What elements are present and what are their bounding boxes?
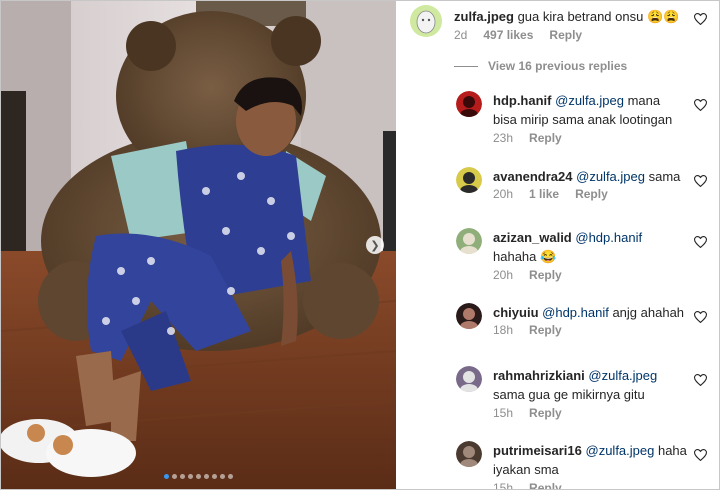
reply-button[interactable]: Reply bbox=[529, 406, 562, 420]
avatar[interactable] bbox=[456, 441, 482, 467]
comment-username[interactable]: hdp.hanif bbox=[493, 93, 552, 108]
avatar[interactable] bbox=[456, 366, 482, 392]
carousel-dots bbox=[1, 474, 396, 479]
avatar[interactable] bbox=[456, 91, 482, 117]
mention-link[interactable]: @hdp.hanif bbox=[575, 230, 642, 245]
reply-button[interactable]: Reply bbox=[529, 131, 562, 145]
comment-meta: 15h Reply bbox=[493, 481, 562, 489]
avatar[interactable] bbox=[456, 167, 482, 193]
carousel-dot bbox=[228, 474, 233, 479]
comment-time[interactable]: 23h bbox=[493, 131, 513, 145]
carousel-next-button[interactable]: ❯ bbox=[366, 236, 384, 254]
view-previous-label: View 16 previous replies bbox=[488, 59, 628, 73]
heart-icon[interactable] bbox=[694, 236, 707, 248]
mention-link[interactable]: @zulfa.jpeg bbox=[555, 93, 624, 108]
heart-icon[interactable] bbox=[694, 13, 707, 25]
heart-icon[interactable] bbox=[694, 175, 707, 187]
heart-icon[interactable] bbox=[694, 449, 707, 461]
mention-link[interactable]: @zulfa.jpeg bbox=[576, 169, 645, 184]
comments-panel: zulfa.jpeg gua kira betrand onsu 😩😩 2d 4… bbox=[396, 1, 719, 489]
instagram-post-view: ❯ zulfa.jpeg gua kira betrand onsu 😩😩 2d… bbox=[0, 0, 720, 490]
comment-meta: 2d 497 likes Reply bbox=[454, 28, 582, 42]
reply-button[interactable]: Reply bbox=[575, 187, 608, 201]
reply-button[interactable]: Reply bbox=[549, 28, 582, 42]
mention-link[interactable]: @zulfa.jpeg bbox=[586, 443, 655, 458]
divider bbox=[454, 65, 478, 67]
carousel-dot bbox=[196, 474, 201, 479]
carousel-dot bbox=[172, 474, 177, 479]
comment-username[interactable]: chiyuiu bbox=[493, 305, 539, 320]
comment-username[interactable]: avanendra24 bbox=[493, 169, 573, 184]
comment-username[interactable]: rahmahrizkiani bbox=[493, 368, 585, 383]
carousel-dot bbox=[188, 474, 193, 479]
avatar[interactable] bbox=[456, 228, 482, 254]
comment-time[interactable]: 2d bbox=[454, 28, 467, 42]
avatar[interactable] bbox=[456, 303, 482, 329]
mention-link[interactable]: @zulfa.jpeg bbox=[588, 368, 657, 383]
comment-username[interactable]: putrimeisari16 bbox=[493, 443, 582, 458]
avatar[interactable] bbox=[410, 5, 442, 37]
carousel-dot bbox=[212, 474, 217, 479]
comment-body: gua kira betrand onsu 😩😩 bbox=[517, 9, 680, 24]
comment-text: putrimeisari16 @zulfa.jpeg haha iyakan sm… bbox=[493, 441, 693, 479]
comment-time[interactable]: 20h bbox=[493, 187, 513, 201]
comment-body-line2: hahaha 😂 bbox=[493, 249, 557, 264]
comment-likes[interactable]: 497 likes bbox=[483, 28, 533, 42]
post-photo[interactable]: ❯ bbox=[1, 1, 396, 489]
comment-text: avanendra24 @zulfa.jpeg sama bbox=[493, 167, 693, 186]
reply-button[interactable]: Reply bbox=[529, 481, 562, 489]
heart-icon[interactable] bbox=[694, 99, 707, 111]
comment-meta: 15h Reply bbox=[493, 406, 562, 420]
comment-body-line2: sama gua ge mikirnya gitu bbox=[493, 387, 645, 402]
comment-username[interactable]: azizan_walid bbox=[493, 230, 572, 245]
comment-text: hdp.hanif @zulfa.jpeg mana bisa mirip sam… bbox=[493, 91, 693, 129]
reply-button[interactable]: Reply bbox=[529, 268, 562, 282]
comment-time[interactable]: 20h bbox=[493, 268, 513, 282]
comment-body-line2: bisa mirip sama anak lootingan bbox=[493, 112, 673, 127]
chevron-right-icon: ❯ bbox=[370, 238, 380, 252]
comment-meta: 23h Reply bbox=[493, 131, 562, 145]
carousel-dot bbox=[204, 474, 209, 479]
comment-time[interactable]: 15h bbox=[493, 481, 513, 489]
comment-likes[interactable]: 1 like bbox=[529, 187, 559, 201]
heart-icon[interactable] bbox=[694, 311, 707, 323]
comment-body-line1: haha bbox=[654, 443, 687, 458]
mention-link[interactable]: @hdp.hanif bbox=[542, 305, 609, 320]
comment-body-line2: iyakan sma bbox=[493, 462, 559, 477]
comment-text: zulfa.jpeg gua kira betrand onsu 😩😩 bbox=[454, 7, 694, 26]
post-image bbox=[1, 1, 396, 489]
reply-button[interactable]: Reply bbox=[529, 323, 562, 337]
comment-meta: 18h Reply bbox=[493, 323, 562, 337]
comment-body-line1: anjg ahahah bbox=[608, 305, 685, 320]
carousel-dot bbox=[164, 474, 169, 479]
carousel-dot bbox=[220, 474, 225, 479]
comment-text: rahmahrizkiani @zulfa.jpeg sama gua ge mi… bbox=[493, 366, 693, 404]
comment-meta: 20h 1 like Reply bbox=[493, 187, 608, 201]
comment-text: azizan_walid @hdp.hanif hahaha 😂 bbox=[493, 228, 693, 266]
comment-text: chiyuiu @hdp.hanif anjg ahahah bbox=[493, 303, 693, 322]
comment-body-line1: sama bbox=[644, 169, 681, 184]
carousel-dot bbox=[180, 474, 185, 479]
view-previous-replies-button[interactable]: View 16 previous replies bbox=[454, 59, 627, 73]
comment-username[interactable]: zulfa.jpeg bbox=[454, 9, 514, 24]
comment-body-line1: mana bbox=[623, 93, 661, 108]
comment-time[interactable]: 18h bbox=[493, 323, 513, 337]
comment-time[interactable]: 15h bbox=[493, 406, 513, 420]
heart-icon[interactable] bbox=[694, 374, 707, 386]
comment-meta: 20h Reply bbox=[493, 268, 562, 282]
